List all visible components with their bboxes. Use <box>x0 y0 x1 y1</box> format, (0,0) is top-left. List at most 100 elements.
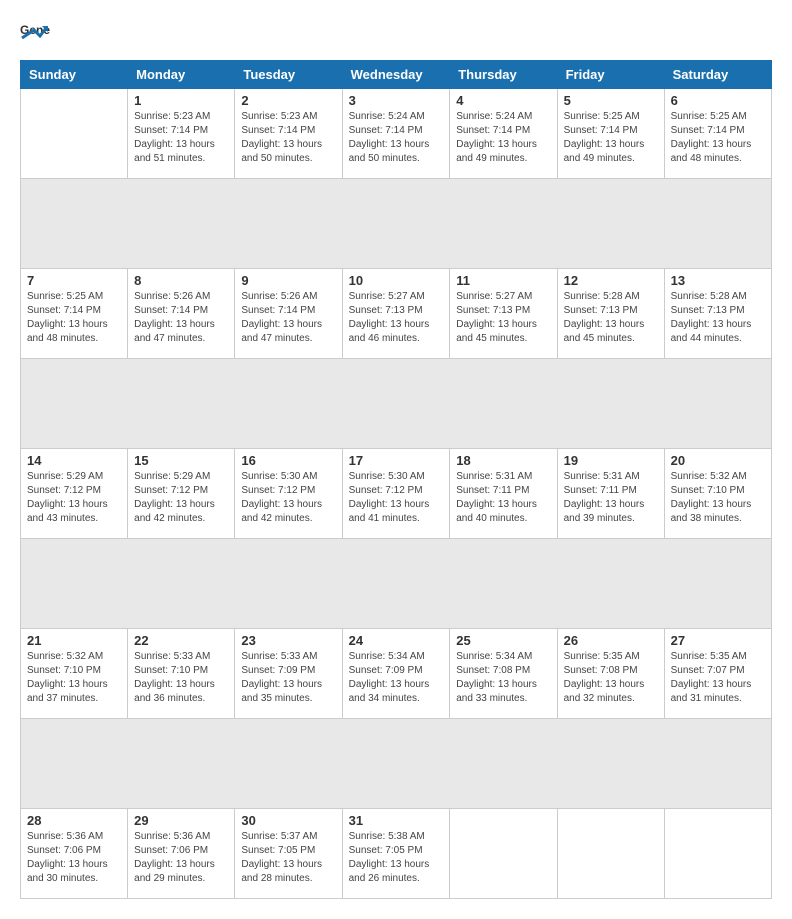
row-divider-cell <box>21 179 772 269</box>
day-cell: 2 Sunrise: 5:23 AMSunset: 7:14 PMDaylight… <box>235 89 342 179</box>
day-number: 2 <box>241 93 335 108</box>
day-info: Sunrise: 5:35 AMSunset: 7:07 PMDaylight:… <box>671 650 765 706</box>
day-number: 20 <box>671 453 765 468</box>
week-row-2: 7 Sunrise: 5:25 AMSunset: 7:14 PMDaylight… <box>21 269 772 359</box>
day-cell: 12 Sunrise: 5:28 AMSunset: 7:13 PMDayligh… <box>557 269 664 359</box>
day-number: 17 <box>349 453 444 468</box>
day-cell: 26 Sunrise: 5:35 AMSunset: 7:08 PMDayligh… <box>557 629 664 719</box>
weekday-header-thursday: Thursday <box>450 61 557 89</box>
day-number: 5 <box>564 93 658 108</box>
week-divider <box>21 719 772 809</box>
day-cell: 24Sunrise: 5:34 AMSunset: 7:09 PMDayligh… <box>342 629 450 719</box>
day-info: Sunrise: 5:31 AMSunset: 7:11 PMDaylight:… <box>456 470 550 526</box>
day-number: 25 <box>456 633 550 648</box>
row-divider-cell <box>21 719 772 809</box>
weekday-header-monday: Monday <box>128 61 235 89</box>
week-divider <box>21 359 772 449</box>
day-info: Sunrise: 5:27 AMSunset: 7:13 PMDaylight:… <box>349 290 444 346</box>
week-row-4: 21 Sunrise: 5:32 AMSunset: 7:10 PMDayligh… <box>21 629 772 719</box>
day-number: 23 <box>241 633 335 648</box>
day-cell: 8 Sunrise: 5:26 AMSunset: 7:14 PMDaylight… <box>128 269 235 359</box>
day-info: Sunrise: 5:23 AMSunset: 7:14 PMDaylight:… <box>134 110 228 166</box>
day-info: Sunrise: 5:29 AMSunset: 7:12 PMDaylight:… <box>134 470 228 526</box>
week-divider <box>21 179 772 269</box>
week-divider <box>21 539 772 629</box>
day-cell: 15 Sunrise: 5:29 AMSunset: 7:12 PMDayligh… <box>128 449 235 539</box>
day-number: 31 <box>349 813 444 828</box>
calendar-table: SundayMondayTuesdayWednesdayThursdayFrid… <box>20 60 772 899</box>
day-info: Sunrise: 5:27 AMSunset: 7:13 PMDaylight:… <box>456 290 550 346</box>
day-cell <box>450 809 557 899</box>
day-info: Sunrise: 5:32 AMSunset: 7:10 PMDaylight:… <box>27 650 121 706</box>
weekday-header-friday: Friday <box>557 61 664 89</box>
day-info: Sunrise: 5:35 AMSunset: 7:08 PMDaylight:… <box>564 650 658 706</box>
day-number: 14 <box>27 453 121 468</box>
day-cell: 30Sunrise: 5:37 AMSunset: 7:05 PMDayligh… <box>235 809 342 899</box>
weekday-header-wednesday: Wednesday <box>342 61 450 89</box>
day-cell: 3Sunrise: 5:24 AMSunset: 7:14 PMDaylight… <box>342 89 450 179</box>
day-info: Sunrise: 5:28 AMSunset: 7:13 PMDaylight:… <box>564 290 658 346</box>
day-info: Sunrise: 5:34 AMSunset: 7:09 PMDaylight:… <box>349 650 444 706</box>
day-info: Sunrise: 5:30 AMSunset: 7:12 PMDaylight:… <box>349 470 444 526</box>
day-number: 13 <box>671 273 765 288</box>
day-number: 29 <box>134 813 228 828</box>
day-number: 3 <box>349 93 444 108</box>
day-cell: 29 Sunrise: 5:36 AMSunset: 7:06 PMDayligh… <box>128 809 235 899</box>
day-number: 19 <box>564 453 658 468</box>
weekday-header-row: SundayMondayTuesdayWednesdayThursdayFrid… <box>21 61 772 89</box>
day-number: 12 <box>564 273 658 288</box>
day-cell: 10 Sunrise: 5:27 AMSunset: 7:13 PMDayligh… <box>342 269 450 359</box>
day-number: 15 <box>134 453 228 468</box>
day-info: Sunrise: 5:25 AMSunset: 7:14 PMDaylight:… <box>564 110 658 166</box>
day-number: 9 <box>241 273 335 288</box>
day-cell: 23Sunrise: 5:33 AMSunset: 7:09 PMDayligh… <box>235 629 342 719</box>
day-cell: 21 Sunrise: 5:32 AMSunset: 7:10 PMDayligh… <box>21 629 128 719</box>
header: General <box>20 20 772 50</box>
day-info: Sunrise: 5:26 AMSunset: 7:14 PMDaylight:… <box>134 290 228 346</box>
day-number: 6 <box>671 93 765 108</box>
row-divider-cell <box>21 539 772 629</box>
weekday-header-tuesday: Tuesday <box>235 61 342 89</box>
logo-icon: General <box>20 20 50 50</box>
weekday-header-saturday: Saturday <box>664 61 771 89</box>
day-number: 26 <box>564 633 658 648</box>
day-info: Sunrise: 5:24 AMSunset: 7:14 PMDaylight:… <box>456 110 550 166</box>
day-cell: 31Sunrise: 5:38 AMSunset: 7:05 PMDayligh… <box>342 809 450 899</box>
day-number: 18 <box>456 453 550 468</box>
day-number: 22 <box>134 633 228 648</box>
day-info: Sunrise: 5:23 AMSunset: 7:14 PMDaylight:… <box>241 110 335 166</box>
day-info: Sunrise: 5:30 AMSunset: 7:12 PMDaylight:… <box>241 470 335 526</box>
day-cell: 14Sunrise: 5:29 AMSunset: 7:12 PMDayligh… <box>21 449 128 539</box>
day-number: 8 <box>134 273 228 288</box>
day-cell: 7 Sunrise: 5:25 AMSunset: 7:14 PMDaylight… <box>21 269 128 359</box>
day-cell: 17 Sunrise: 5:30 AMSunset: 7:12 PMDayligh… <box>342 449 450 539</box>
logo: General <box>20 20 54 50</box>
day-cell <box>664 809 771 899</box>
week-row-5: 28Sunrise: 5:36 AMSunset: 7:06 PMDayligh… <box>21 809 772 899</box>
day-info: Sunrise: 5:31 AMSunset: 7:11 PMDaylight:… <box>564 470 658 526</box>
day-info: Sunrise: 5:34 AMSunset: 7:08 PMDaylight:… <box>456 650 550 706</box>
day-info: Sunrise: 5:36 AMSunset: 7:06 PMDaylight:… <box>134 830 228 886</box>
row-divider-cell <box>21 359 772 449</box>
day-cell: 19 Sunrise: 5:31 AMSunset: 7:11 PMDayligh… <box>557 449 664 539</box>
day-cell: 20 Sunrise: 5:32 AMSunset: 7:10 PMDayligh… <box>664 449 771 539</box>
day-number: 27 <box>671 633 765 648</box>
day-cell: 5 Sunrise: 5:25 AMSunset: 7:14 PMDaylight… <box>557 89 664 179</box>
day-info: Sunrise: 5:32 AMSunset: 7:10 PMDaylight:… <box>671 470 765 526</box>
day-cell <box>557 809 664 899</box>
day-cell: 16Sunrise: 5:30 AMSunset: 7:12 PMDayligh… <box>235 449 342 539</box>
day-number: 10 <box>349 273 444 288</box>
day-number: 21 <box>27 633 121 648</box>
week-row-3: 14 Sunrise: 5:29 AMSunset: 7:12 PMDayligh… <box>21 449 772 539</box>
day-cell <box>21 89 128 179</box>
day-number: 11 <box>456 273 550 288</box>
day-cell: 28Sunrise: 5:36 AMSunset: 7:06 PMDayligh… <box>21 809 128 899</box>
day-info: Sunrise: 5:37 AMSunset: 7:05 PMDaylight:… <box>241 830 335 886</box>
day-cell: 25 Sunrise: 5:34 AMSunset: 7:08 PMDayligh… <box>450 629 557 719</box>
day-cell: 9Sunrise: 5:26 AMSunset: 7:14 PMDaylight… <box>235 269 342 359</box>
weekday-header-sunday: Sunday <box>21 61 128 89</box>
day-number: 7 <box>27 273 121 288</box>
day-number: 1 <box>134 93 228 108</box>
day-info: Sunrise: 5:25 AMSunset: 7:14 PMDaylight:… <box>27 290 121 346</box>
day-cell: 4Sunrise: 5:24 AMSunset: 7:14 PMDaylight… <box>450 89 557 179</box>
